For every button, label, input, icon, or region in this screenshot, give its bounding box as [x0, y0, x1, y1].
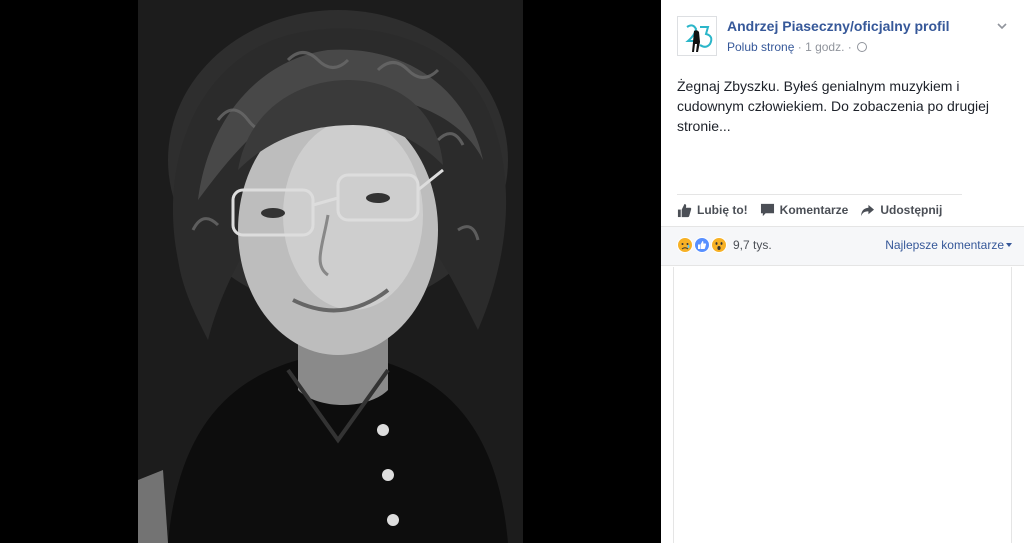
caret-down-icon[interactable]: [1006, 243, 1012, 247]
share-button-label: Udostępnij: [880, 203, 943, 217]
reactions-summary[interactable]: 9,7 tys.: [677, 237, 772, 253]
comment-sort-dropdown[interactable]: Najlepsze komentarze: [885, 238, 1004, 252]
comment-button[interactable]: Komentarze: [760, 203, 849, 217]
post-actions: Lubię to! Komentarze Udostępnij: [677, 200, 954, 220]
reaction-count: 9,7 tys.: [733, 238, 772, 252]
page-avatar[interactable]: [677, 16, 717, 56]
portrait-illustration: [138, 0, 523, 543]
comment-button-label: Komentarze: [779, 203, 849, 217]
post-side-panel: Andrzej Piaseczny/oficjalny profil Polub…: [661, 0, 1024, 543]
comment-icon: [760, 203, 774, 217]
meta-separator-2: ·: [847, 40, 852, 54]
wow-emoji-icon: [711, 237, 727, 253]
like-page-link[interactable]: Polub stronę: [727, 40, 794, 54]
chevron-down-icon[interactable]: [996, 20, 1008, 32]
divider: [677, 194, 962, 195]
share-button[interactable]: Udostępnij: [860, 203, 942, 217]
like-reaction-icon: [694, 237, 710, 253]
comments-area: [673, 267, 1012, 543]
reactions-bar: 9,7 tys. Najlepsze komentarze: [661, 226, 1024, 266]
photo-viewer-stage: [0, 0, 661, 543]
like-button-label: Lubię to!: [697, 203, 748, 217]
avatar-logo-icon: [678, 17, 716, 55]
post-photo[interactable]: [138, 0, 523, 543]
like-button[interactable]: Lubię to!: [677, 203, 748, 218]
globe-icon: [857, 42, 868, 52]
sad-emoji-icon: [677, 237, 693, 253]
post-message: Żegnaj Zbyszku. Byłeś genialnym muzykiem…: [677, 78, 990, 134]
meta-separator: ·: [797, 40, 802, 54]
post-meta: Polub stronę · 1 godz. ·: [727, 40, 868, 54]
post-time[interactable]: 1 godz.: [805, 40, 844, 54]
page-name-link[interactable]: Andrzej Piaseczny/oficjalny profil: [727, 18, 950, 34]
thumbs-up-icon: [677, 203, 692, 217]
post-header: Andrzej Piaseczny/oficjalny profil Polub…: [677, 16, 1008, 60]
share-icon: [861, 204, 875, 216]
